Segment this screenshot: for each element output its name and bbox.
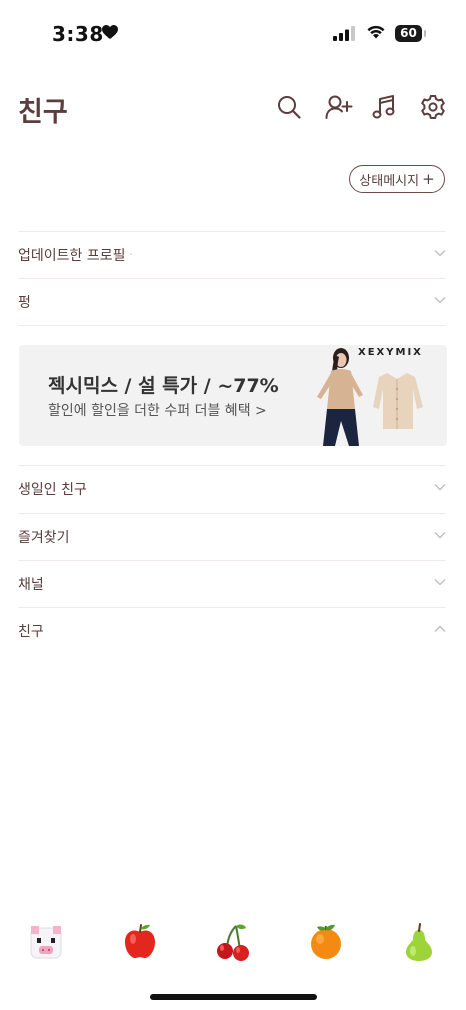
chevron-down-icon [434,532,446,539]
add-friend-icon[interactable] [325,94,353,120]
chevron-up-icon [434,625,446,632]
section-friends[interactable]: 친구 [18,607,446,654]
section-favorites[interactable]: 즐겨찾기 [18,513,446,560]
chevron-down-icon [434,484,446,491]
settings-icon[interactable] [420,94,446,120]
apple-icon[interactable] [121,922,159,962]
section-updated-profiles[interactable]: 업데이트한 프로필 · [18,231,446,278]
ad-banner[interactable]: 젝시믹스 / 설 특가 / ~77% 할인에 할인을 더한 수퍼 더블 혜택 >… [19,345,447,446]
cellular-signal-icon [333,26,355,41]
divider [18,325,446,326]
section-label: 생일인 친구 [18,482,87,498]
section-label: 펑 [18,295,31,311]
section-label: 친구 [18,624,44,640]
section-label: 업데이트한 프로필 [18,248,126,264]
section-label: 채널 [18,577,44,593]
pig-face-icon[interactable] [27,922,65,962]
cherries-icon[interactable] [214,922,252,962]
plus-icon: + [422,170,435,188]
wifi-icon [367,25,385,39]
tangerine-icon[interactable] [307,922,345,962]
chevron-down-icon [434,579,446,586]
page-title: 친구 [18,97,68,128]
status-message-button[interactable]: 상태메시지 + [349,165,445,193]
ad-subtitle: 할인에 할인을 더한 수퍼 더블 혜택 > [48,403,267,419]
ad-product-image [317,348,423,446]
status-message-label: 상태메시지 [359,173,420,189]
chevron-down-icon [434,297,446,304]
search-icon[interactable] [276,94,302,120]
section-pung[interactable]: 펑 [18,278,446,325]
music-icon[interactable] [372,94,398,120]
status-time: 3:38 [52,22,104,46]
section-channels[interactable]: 채널 [18,560,446,607]
pear-icon[interactable] [400,922,438,962]
ad-brand: XEXYMIX [358,347,423,358]
home-indicator [150,994,317,1000]
section-label: 즐겨찾기 [18,530,70,546]
chevron-down-icon [434,250,446,257]
section-birthday-friends[interactable]: 생일인 친구 [18,465,446,512]
ad-title: 젝시믹스 / 설 특가 / ~77% [48,375,279,397]
heart-icon [102,25,118,39]
battery-level: 60 [400,26,417,40]
new-dot: · [129,249,133,261]
